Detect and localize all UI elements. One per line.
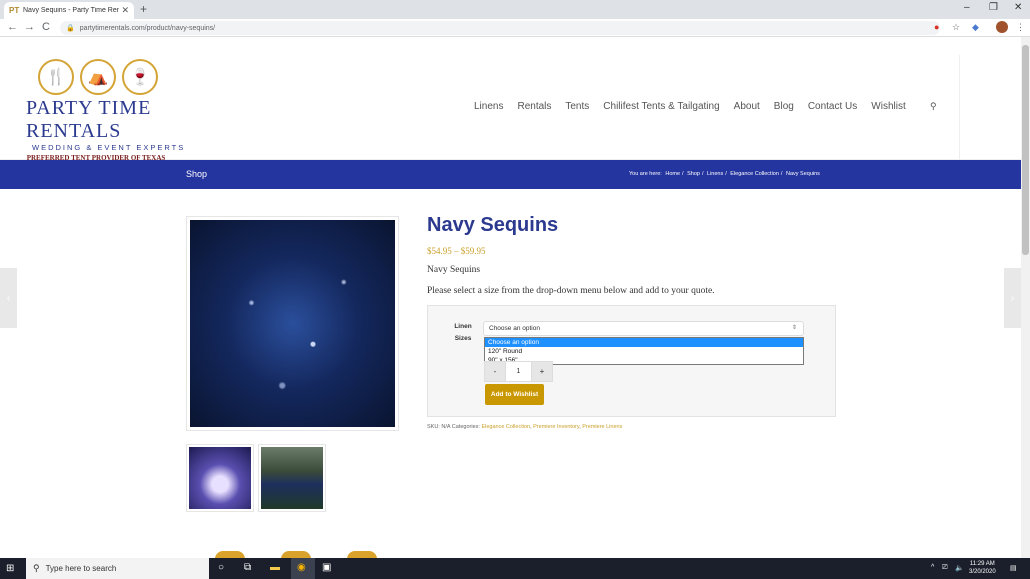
search-icon: ⚲ [33, 563, 40, 573]
main-navigation: Linens Rentals Tents Chilifest Tents & T… [474, 101, 906, 112]
taskbar-clock[interactable]: 11:29 AM 3/20/2020 [969, 560, 996, 576]
site-logo[interactable]: 🍴 ⛺ 🍷 PARTY TIME RENTALS WEDDING & EVENT… [26, 59, 186, 170]
fork-knife-icon: 🍴 [38, 59, 74, 95]
nav-item-linens[interactable]: Linens [474, 101, 503, 112]
product-price: $54.95 – $59.95 [427, 246, 486, 256]
variation-form: Linen Sizes Choose an option ⇕ Choose an… [427, 305, 836, 417]
scrollbar-thumb[interactable] [1022, 45, 1029, 255]
tab-close-icon[interactable]: ✕ [121, 5, 129, 16]
menu-kebab-icon[interactable]: ⋮ [1016, 22, 1025, 33]
tent-icon: ⛺ [80, 59, 116, 95]
tab-title: Navy Sequins - Party Time Rentals [23, 7, 120, 14]
windows-start-icon[interactable]: ⊞ [6, 563, 14, 574]
window-close-icon[interactable]: ✕ [1014, 2, 1022, 13]
search-icon[interactable]: ⚲ [930, 101, 937, 112]
nav-item-blog[interactable]: Blog [774, 101, 794, 112]
network-icon[interactable]: ⎚ [942, 564, 948, 572]
select-value: Choose an option [489, 325, 540, 332]
tray-chevron-icon[interactable]: ^ [931, 564, 934, 571]
prev-product-arrow[interactable]: ‹ [0, 268, 17, 328]
add-to-wishlist-button[interactable]: Add to Wishlist [485, 384, 544, 405]
product-meta: SKU: N/A Categories: Elegance Collection… [427, 424, 623, 430]
product-main-image[interactable] [186, 216, 399, 431]
lock-icon: 🔒 [66, 25, 75, 32]
breadcrumb-prefix: You are here: [629, 171, 662, 177]
sku-value: N/A [441, 424, 451, 430]
url-text: partytimerentals.com/product/navy-sequin… [79, 24, 216, 32]
breadcrumb-shop[interactable]: Shop [687, 171, 700, 177]
forward-icon[interactable]: → [24, 21, 35, 33]
header-divider [959, 55, 960, 159]
quantity-decrease-button[interactable]: - [484, 361, 506, 382]
nav-item-wishlist[interactable]: Wishlist [871, 101, 905, 112]
windows-taskbar: ⊞ ⚲ Type here to search ○ ⧉ ▬ ◉ ▣ ^ ⎚ 🔈 … [0, 558, 1030, 579]
title-bar: Shop You are here: Home / Shop / Linens / E… [0, 160, 1021, 189]
clock-date: 3/20/2020 [969, 569, 996, 575]
favicon-icon: PT [9, 5, 20, 15]
nav-item-contact[interactable]: Contact Us [808, 101, 857, 112]
nav-item-chilifest[interactable]: Chilifest Tents & Tailgating [603, 101, 719, 112]
taskbar-search-placeholder: Type here to search [45, 564, 117, 573]
logo-name: PARTY TIME RENTALS [26, 97, 152, 142]
next-product-arrow[interactable]: › [1004, 268, 1021, 328]
profile-avatar[interactable] [996, 21, 1008, 33]
new-tab-button[interactable]: + [140, 2, 147, 16]
maximize-icon[interactable]: ❐ [989, 2, 998, 13]
glasses-icon: 🍷 [122, 59, 158, 95]
browser-tab-strip: PT Navy Sequins - Party Time Rentals ✕ +… [0, 0, 1030, 19]
category-link[interactable]: Elegance Collection [481, 424, 530, 430]
nav-item-tents[interactable]: Tents [565, 101, 589, 112]
section-title[interactable]: Shop [186, 169, 207, 179]
breadcrumb-home[interactable]: Home [665, 171, 680, 177]
back-icon[interactable]: ← [7, 21, 18, 33]
category-link[interactable]: Premiere Linens [582, 424, 622, 430]
breadcrumb-linens[interactable]: Linens [707, 171, 723, 177]
nav-item-rentals[interactable]: Rentals [517, 101, 551, 112]
dropdown-option[interactable]: 120" Round [485, 347, 803, 356]
address-toolbar: ← → C 🔒 partytimerentals.com/product/nav… [0, 19, 1030, 37]
nav-item-about[interactable]: About [734, 101, 760, 112]
product-thumbnail[interactable] [186, 444, 254, 512]
volume-icon[interactable]: 🔈 [955, 564, 964, 572]
site-header: 🍴 ⛺ 🍷 PARTY TIME RENTALS WEDDING & EVENT… [0, 37, 1030, 170]
bookmark-star-icon[interactable]: ☆ [952, 22, 960, 33]
category-link[interactable]: Premiere Inventory [533, 424, 579, 430]
dropdown-option[interactable]: Choose an option [485, 338, 803, 347]
quantity-input[interactable]: 1 [506, 361, 531, 382]
extension-shield-icon[interactable]: ◆ [972, 22, 979, 33]
product-instruction: Please select a size from the drop-down … [427, 286, 715, 296]
variation-label: Linen Sizes [454, 323, 472, 342]
chrome-icon[interactable]: ◉ [297, 562, 306, 573]
extension-icon[interactable]: ● [934, 22, 939, 32]
notification-icon[interactable]: ▤ [1010, 564, 1017, 572]
logo-tagline: WEDDING & EVENT EXPERTS [32, 143, 186, 152]
app-taskbar-icon[interactable]: ▣ [322, 562, 331, 573]
file-explorer-icon[interactable]: ▬ [270, 562, 280, 573]
taskbar-search[interactable]: ⚲ Type here to search [26, 558, 209, 579]
breadcrumb-elegance[interactable]: Elegance Collection [730, 171, 779, 177]
breadcrumb: You are here: Home / Shop / Linens / Elegan… [629, 171, 820, 177]
product-thumbnail[interactable] [258, 444, 326, 512]
linen-size-select[interactable]: Choose an option ⇕ [483, 321, 804, 336]
clock-time: 11:29 AM [969, 561, 995, 567]
address-bar[interactable]: 🔒 partytimerentals.com/product/navy-sequ… [60, 21, 940, 35]
cortana-icon[interactable]: ○ [218, 562, 224, 573]
minimize-icon[interactable]: – [964, 2, 970, 13]
breadcrumb-current: Navy Sequins [785, 171, 820, 177]
logo-icons: 🍴 ⛺ 🍷 [38, 59, 186, 95]
product-title: Navy Sequins [427, 214, 559, 236]
product-short-description: Navy Sequins [427, 265, 481, 275]
browser-tab[interactable]: PT Navy Sequins - Party Time Rentals ✕ [4, 2, 134, 19]
task-view-icon[interactable]: ⧉ [244, 562, 251, 573]
reload-icon[interactable]: C [42, 21, 50, 33]
chevron-updown-icon: ⇕ [791, 325, 797, 331]
quantity-increase-button[interactable]: + [531, 361, 553, 382]
